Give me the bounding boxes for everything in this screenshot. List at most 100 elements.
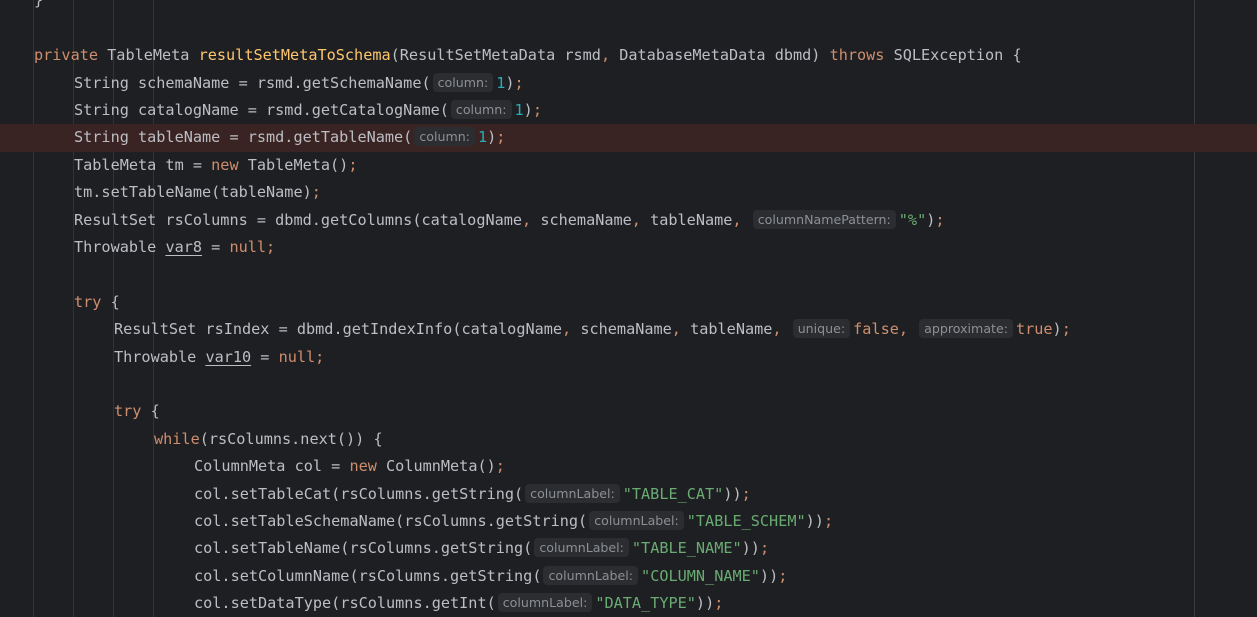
parameter-hint: columnNamePattern: bbox=[752, 209, 896, 229]
keyword-token: new bbox=[211, 155, 239, 174]
code-line-highlighted[interactable]: String tableName = rsmd.getTableName(col… bbox=[0, 124, 1257, 152]
code-line[interactable]: String schemaName = rsmd.getSchemaName(c… bbox=[0, 70, 1257, 97]
code-token: TableMeta() bbox=[238, 155, 349, 174]
code-text: private TableMeta resultSetMetaToSchema(… bbox=[34, 42, 1022, 69]
code-token: (rsColumns.next()) { bbox=[199, 429, 383, 448]
code-token: col.setTableSchemaName(rsColumns.getStri… bbox=[194, 512, 588, 530]
code-token: )) bbox=[805, 512, 824, 530]
code-text: String schemaName = rsmd.getSchemaName(c… bbox=[74, 70, 524, 97]
code-token: tableName bbox=[680, 320, 773, 339]
parameter-hint: column: bbox=[414, 127, 475, 147]
keyword-token: private bbox=[34, 46, 99, 65]
punctuation-token: ; bbox=[759, 539, 770, 558]
code-token: (ResultSetMetaData rsmd bbox=[390, 46, 601, 65]
code-line[interactable]: Throwable var8 = null; bbox=[0, 234, 1257, 261]
code-token: ResultSet rsColumns = dbmd.getColumns(ca… bbox=[74, 210, 523, 229]
code-token: } bbox=[34, 0, 44, 10]
code-line[interactable]: tm.setTableName(tableName); bbox=[0, 179, 1257, 206]
keyword-token: null bbox=[229, 238, 267, 256]
code-line[interactable] bbox=[0, 261, 1257, 288]
code-line[interactable] bbox=[0, 15, 1257, 42]
punctuation-token: , bbox=[631, 210, 641, 229]
code-token: = bbox=[202, 238, 230, 256]
parameter-hint: column: bbox=[432, 72, 494, 92]
code-text: String catalogName = rsmd.getCatalogName… bbox=[74, 97, 542, 124]
code-token: ColumnMeta col = bbox=[194, 457, 350, 476]
code-line[interactable]: Throwable var10 = null; bbox=[0, 344, 1257, 371]
code-line[interactable]: ResultSet rsIndex = dbmd.getIndexInfo(ca… bbox=[0, 316, 1257, 343]
variable-token: var10 bbox=[205, 347, 252, 366]
punctuation-token: ; bbox=[714, 594, 724, 613]
string-literal-token: "DATA_TYPE" bbox=[595, 594, 696, 613]
code-token: TableMeta bbox=[98, 46, 199, 65]
punctuation-token: , bbox=[732, 210, 742, 229]
keyword-token: false bbox=[853, 320, 899, 339]
parameter-hint: columnLabel: bbox=[525, 483, 620, 503]
punctuation-token: ; bbox=[1061, 320, 1071, 339]
punctuation-token: ; bbox=[532, 101, 542, 119]
parameter-hint: columnLabel: bbox=[497, 593, 593, 613]
code-token: = bbox=[251, 347, 279, 366]
code-line[interactable]: } bbox=[0, 0, 1257, 15]
code-line[interactable] bbox=[0, 371, 1257, 398]
code-token: ) bbox=[926, 210, 936, 229]
code-line[interactable]: TableMeta tm = new TableMeta(); bbox=[0, 152, 1257, 179]
code-text: String tableName = rsmd.getTableName(col… bbox=[74, 124, 505, 151]
punctuation-token: ; bbox=[315, 347, 325, 366]
code-line[interactable]: col.setDataType(rsColumns.getInt(columnL… bbox=[0, 590, 1257, 617]
code-line[interactable]: String catalogName = rsmd.getCatalogName… bbox=[0, 97, 1257, 124]
punctuation-token: ; bbox=[348, 155, 358, 174]
code-line[interactable]: col.setTableName(rsColumns.getString(col… bbox=[0, 535, 1257, 562]
code-line[interactable]: try { bbox=[0, 398, 1257, 425]
code-text: col.setTableName(rsColumns.getString(col… bbox=[194, 535, 769, 562]
punctuation-token: ; bbox=[823, 512, 834, 530]
code-text: ColumnMeta col = new ColumnMeta(); bbox=[194, 453, 505, 480]
code-line[interactable]: ResultSet rsColumns = dbmd.getColumns(ca… bbox=[0, 207, 1257, 234]
punctuation-token: ; bbox=[514, 73, 524, 92]
code-line[interactable]: try { bbox=[0, 289, 1257, 316]
parameter-hint: unique: bbox=[792, 319, 851, 339]
code-token: ) bbox=[487, 128, 497, 147]
code-token: { bbox=[101, 292, 120, 311]
code-text: col.setTableCat(rsColumns.getString(colu… bbox=[194, 481, 751, 508]
punctuation-token: ; bbox=[496, 128, 506, 147]
keyword-token: try bbox=[74, 292, 102, 311]
keyword-token: throws bbox=[829, 46, 885, 65]
punctuation-token: ; bbox=[741, 484, 751, 503]
code-token: schemaName bbox=[531, 210, 632, 229]
code-line[interactable]: ColumnMeta col = new ColumnMeta(); bbox=[0, 453, 1257, 480]
number-literal-token: 1 bbox=[514, 101, 524, 119]
code-token: String tableName = rsmd.getTableName( bbox=[74, 128, 413, 147]
code-text: tm.setTableName(tableName); bbox=[74, 179, 321, 206]
code-line[interactable]: private TableMeta resultSetMetaToSchema(… bbox=[0, 42, 1257, 69]
punctuation-token: ; bbox=[311, 183, 321, 202]
code-text: while(rsColumns.next()) { bbox=[154, 426, 383, 453]
parameter-hint: columnLabel: bbox=[534, 538, 629, 558]
number-literal-token: 1 bbox=[477, 128, 488, 147]
code-token: DatabaseMetaData dbmd) bbox=[610, 46, 830, 65]
code-token: Throwable bbox=[74, 238, 166, 256]
code-line[interactable]: col.setTableSchemaName(rsColumns.getStri… bbox=[0, 508, 1257, 535]
code-text: try { bbox=[114, 398, 160, 425]
code-text: ResultSet rsIndex = dbmd.getIndexInfo(ca… bbox=[114, 316, 1071, 343]
code-text: ResultSet rsColumns = dbmd.getColumns(ca… bbox=[74, 207, 945, 234]
punctuation-token: , bbox=[522, 210, 532, 229]
code-token: col.setTableName(rsColumns.getString( bbox=[194, 539, 533, 558]
method-name-token: resultSetMetaToSchema bbox=[198, 46, 391, 65]
code-token: String schemaName = rsmd.getSchemaName( bbox=[74, 73, 431, 92]
code-token: tableName bbox=[640, 210, 733, 229]
code-token: Throwable bbox=[114, 347, 206, 366]
code-token: { bbox=[141, 402, 160, 421]
string-literal-token: "%" bbox=[898, 210, 927, 229]
code-line[interactable]: while(rsColumns.next()) { bbox=[0, 426, 1257, 453]
code-editor[interactable]: } private TableMeta resultSetMetaToSchema… bbox=[0, 0, 1257, 617]
punctuation-token: , bbox=[600, 46, 611, 65]
code-line[interactable]: col.setColumnName(rsColumns.getString(co… bbox=[0, 563, 1257, 590]
number-literal-token: 1 bbox=[496, 73, 506, 92]
code-line[interactable]: col.setTableCat(rsColumns.getString(colu… bbox=[0, 481, 1257, 508]
code-token: )) bbox=[723, 484, 742, 503]
code-token: col.setDataType(rsColumns.getInt( bbox=[194, 594, 496, 613]
